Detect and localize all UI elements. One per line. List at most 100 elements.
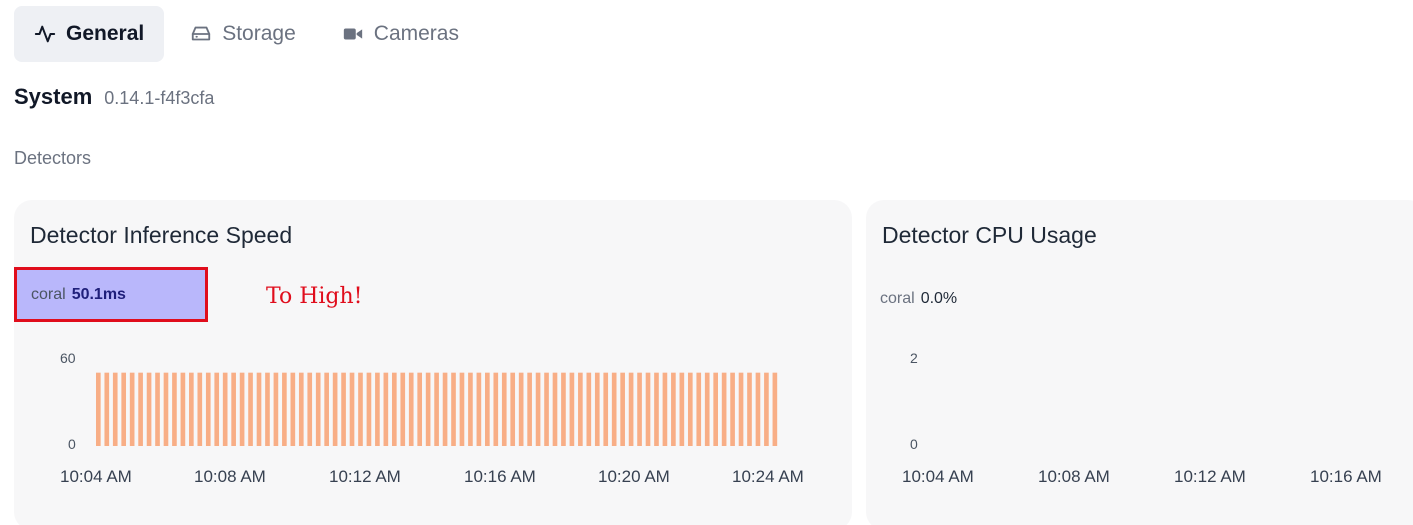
inference-xtick: 10:16 AM (464, 467, 536, 486)
inference-bar (755, 372, 761, 446)
inference-bar (400, 372, 406, 446)
inference-bar (189, 372, 194, 446)
inference-bar (180, 372, 186, 446)
tab-storage[interactable]: Storage (170, 6, 316, 62)
inference-bar (442, 372, 448, 446)
system-page: General Storage Cameras System 0.14.1-f4… (0, 0, 1413, 525)
inference-bar (611, 372, 617, 446)
inference-bar (112, 372, 118, 446)
cpu-ytick-min: 0 (910, 436, 918, 452)
inference-bar (214, 372, 220, 446)
inference-bar (417, 372, 423, 446)
inference-bar (231, 372, 236, 446)
too-high-annotation: To High! (266, 284, 363, 309)
inference-bar (620, 372, 625, 446)
tab-storage-label: Storage (222, 22, 296, 45)
inference-bar (552, 372, 558, 446)
inference-bar (535, 372, 541, 446)
tab-cameras-label: Cameras (373, 22, 459, 45)
cpu-stat-label: coral (880, 290, 915, 307)
inference-bar (375, 372, 380, 446)
tab-bar: General Storage Cameras (14, 6, 479, 62)
inference-bar (197, 372, 203, 446)
inference-bar (425, 372, 431, 446)
inference-stat-value: 50.1ms (71, 285, 126, 303)
inference-bar (349, 372, 355, 446)
tab-general[interactable]: General (14, 6, 165, 62)
inference-bar (163, 372, 169, 446)
detector-inference-speed-card: Detector Inference Speed coral 50.1ms To… (14, 200, 852, 525)
inference-bar (578, 372, 583, 446)
video-icon (342, 23, 364, 45)
inference-bar (721, 372, 727, 446)
inference-bar (239, 372, 245, 446)
inference-stat-highlight: coral 50.1ms (14, 267, 208, 322)
system-header: System 0.14.1-f4f3cfa (14, 84, 214, 110)
inference-bar (628, 372, 634, 446)
hard-drive-icon (190, 23, 212, 45)
inference-bar (772, 372, 778, 446)
inference-bar (138, 372, 143, 446)
inference-xtick: 10:04 AM (60, 467, 132, 486)
inference-bar (315, 372, 321, 446)
cpu-xtick: 10:08 AM (1038, 467, 1110, 486)
inference-bar (121, 372, 127, 446)
cpu-stat-value: 0.0% (920, 290, 958, 307)
inference-bar (341, 372, 346, 446)
inference-bar (358, 372, 363, 446)
detectors-section-label: Detectors (14, 148, 92, 168)
inference-bar (256, 372, 262, 446)
inference-bar (603, 372, 609, 446)
inference-bar (408, 372, 414, 446)
inference-bar (679, 372, 685, 446)
inference-bar (476, 372, 482, 446)
inference-bar (282, 372, 287, 446)
inference-bar (332, 372, 338, 446)
inference-bar (637, 372, 642, 446)
inference-bar (747, 372, 752, 446)
inference-bar (248, 372, 253, 446)
inference-bar (510, 372, 516, 446)
tab-cameras[interactable]: Cameras (322, 6, 479, 62)
inference-bar (561, 372, 566, 446)
inference-bar (129, 372, 135, 446)
inference-bar (671, 372, 676, 446)
inference-bar (290, 372, 296, 446)
detector-cpu-usage-card: Detector CPU Usage coral 0.0% 2 0 10:04 … (866, 200, 1413, 525)
cpu-xtick: 10:12 AM (1174, 467, 1246, 486)
inference-bar-chart (96, 372, 778, 446)
inference-xtick: 10:24 AM (732, 467, 804, 486)
inference-bar (738, 372, 744, 446)
inference-bar (544, 372, 549, 446)
inference-bar (222, 372, 228, 446)
inference-stat-label: coral (31, 285, 66, 303)
inference-bar (451, 372, 456, 446)
cpu-ytick-max: 2 (910, 350, 918, 366)
inference-bar (96, 372, 101, 446)
inference-bar (146, 372, 152, 446)
inference-bar (265, 372, 270, 446)
inference-bar (468, 372, 473, 446)
inference-bar (713, 372, 718, 446)
cpu-xtick: 10:16 AM (1310, 467, 1382, 486)
inference-bar (586, 372, 592, 446)
inference-bar (687, 372, 693, 446)
system-title: System (14, 84, 93, 109)
cpu-stat: coral 0.0% (880, 290, 957, 308)
inference-bar (704, 372, 710, 446)
inference-xtick: 10:12 AM (329, 467, 401, 486)
inference-bar (527, 372, 532, 446)
inference-bar (645, 372, 651, 446)
inference-bar (459, 372, 465, 446)
inference-bar (569, 372, 575, 446)
inference-ytick-min: 0 (68, 436, 76, 452)
inference-bar (518, 372, 524, 446)
inference-bar (205, 372, 211, 446)
inference-bar (485, 372, 490, 446)
inference-bar (764, 372, 769, 446)
inference-bar (307, 372, 313, 446)
inference-bar (383, 372, 389, 446)
inference-bar (696, 372, 702, 446)
cpu-card-title: Detector CPU Usage (882, 222, 1097, 248)
system-version: 0.14.1-f4f3cfa (104, 88, 215, 108)
